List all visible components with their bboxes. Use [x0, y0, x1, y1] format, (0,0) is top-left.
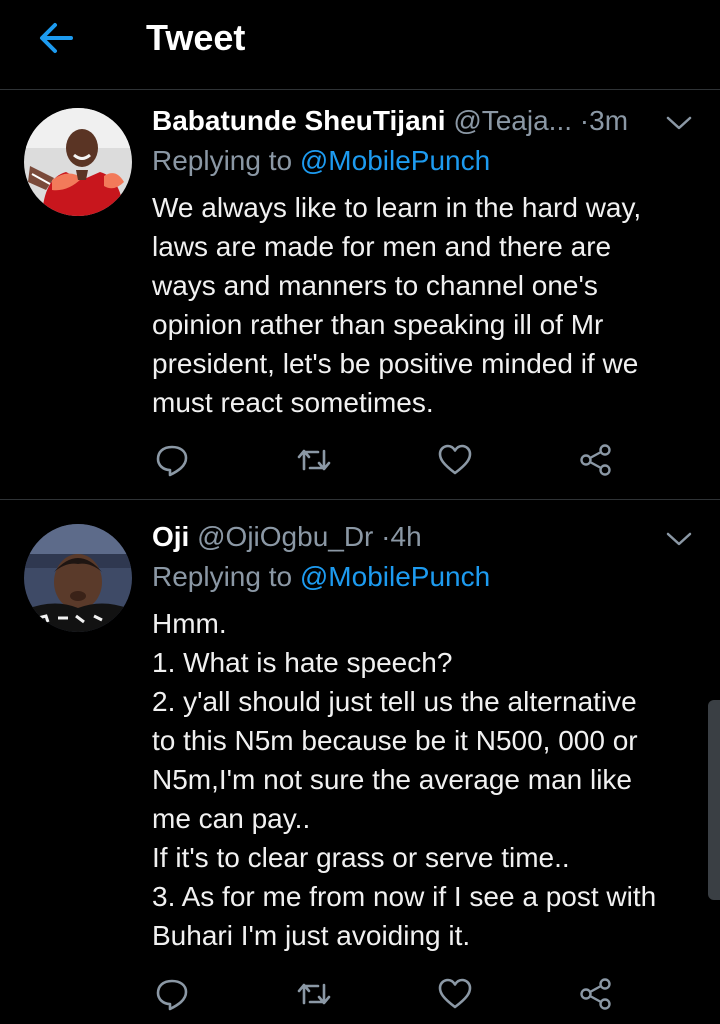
heart-icon [438, 444, 472, 475]
share-button[interactable] [576, 440, 616, 480]
tweet-text-line: me can pay.. [152, 803, 311, 834]
tweet-text-line: ways and manners to channel one's [152, 270, 598, 301]
share-icon [580, 444, 611, 476]
tweet-text-line: Hmm. [152, 608, 227, 639]
tweet-text: Hmm. 1. What is hate speech? 2. y'all sh… [152, 604, 702, 955]
like-button[interactable] [435, 974, 475, 1014]
replying-to-mention[interactable]: @MobilePunch [300, 145, 490, 176]
tweet-timestamp[interactable]: 3m [589, 105, 628, 136]
reply-bubble-icon [156, 445, 188, 477]
tweet-text-line: N5m,I'm not sure the average man like [152, 764, 633, 795]
retweet-button[interactable] [294, 974, 334, 1014]
meta-separator: · [381, 521, 391, 552]
replying-to-line: Replying to @MobilePunch [152, 557, 490, 597]
tweet-text-line: laws are made for men and there are [152, 231, 612, 262]
tweet-text-line: to this N5m because be it N500, 000 or [152, 725, 638, 756]
replying-to-mention[interactable]: @MobilePunch [300, 561, 490, 592]
arrow-left-icon [40, 23, 73, 53]
heart-icon [438, 978, 472, 1009]
reply-bubble-icon [156, 979, 188, 1011]
top-app-bar: Tweet [0, 0, 720, 90]
tweet-actions [152, 974, 622, 1014]
scrollbar-thumb[interactable] [708, 700, 720, 900]
avatar[interactable] [24, 108, 132, 216]
avatar[interactable] [24, 524, 132, 632]
author-handle[interactable]: @Teaja... [453, 105, 572, 136]
tweet-text-line: 1. What is hate speech? [152, 647, 453, 678]
retweet-icon [297, 449, 331, 471]
back-button[interactable] [30, 14, 82, 62]
like-button[interactable] [435, 440, 475, 480]
reply-button[interactable] [152, 440, 192, 480]
retweet-icon [297, 983, 331, 1005]
tweet-text-line: must react sometimes. [152, 387, 434, 418]
tweet-text-line: Buhari I'm just avoiding it. [152, 920, 471, 951]
tweet-text-line: president, let's be positive minded if w… [152, 348, 639, 379]
author-name[interactable]: Babatunde SheuTijani [152, 105, 446, 136]
share-button[interactable] [576, 974, 616, 1014]
author-name[interactable]: Oji [152, 521, 189, 552]
author-handle[interactable]: @OjiOgbu_Dr [197, 521, 373, 552]
tweet-timestamp[interactable]: 4h [391, 521, 422, 552]
tweet-header: Oji @OjiOgbu_Dr ·4h [152, 517, 696, 557]
chevron-down-icon [666, 532, 692, 546]
retweet-button[interactable] [294, 440, 334, 480]
tweet-item[interactable]: Oji @OjiOgbu_Dr ·4h Replying to @MobileP… [0, 500, 720, 1024]
tweet-item[interactable]: Babatunde SheuTijani @Teaja... ·3m Reply… [0, 90, 720, 500]
tweet-text-line: 2. y'all should just tell us the alterna… [152, 686, 637, 717]
tweet-menu-button[interactable] [664, 108, 694, 138]
tweet-text: We always like to learn in the hard way,… [152, 188, 702, 422]
reply-button[interactable] [152, 974, 192, 1014]
tweet-text-line: opinion rather than speaking ill of Mr [152, 309, 604, 340]
share-icon [580, 978, 611, 1010]
chevron-down-icon [666, 116, 692, 130]
tweet-actions [152, 440, 622, 480]
tweet-header: Babatunde SheuTijani @Teaja... ·3m [152, 101, 696, 141]
replying-to-label: Replying to [152, 561, 293, 592]
page-title: Tweet [146, 17, 246, 58]
tweet-text-line: We always like to learn in the hard way, [152, 192, 642, 223]
tweet-menu-button[interactable] [664, 524, 694, 554]
replying-to-label: Replying to [152, 145, 293, 176]
replying-to-line: Replying to @MobilePunch [152, 141, 490, 181]
meta-separator: · [579, 105, 590, 136]
tweet-text-line: If it's to clear grass or serve time.. [152, 842, 570, 873]
tweet-text-line: 3. As for me from now if I see a post wi… [152, 881, 657, 912]
